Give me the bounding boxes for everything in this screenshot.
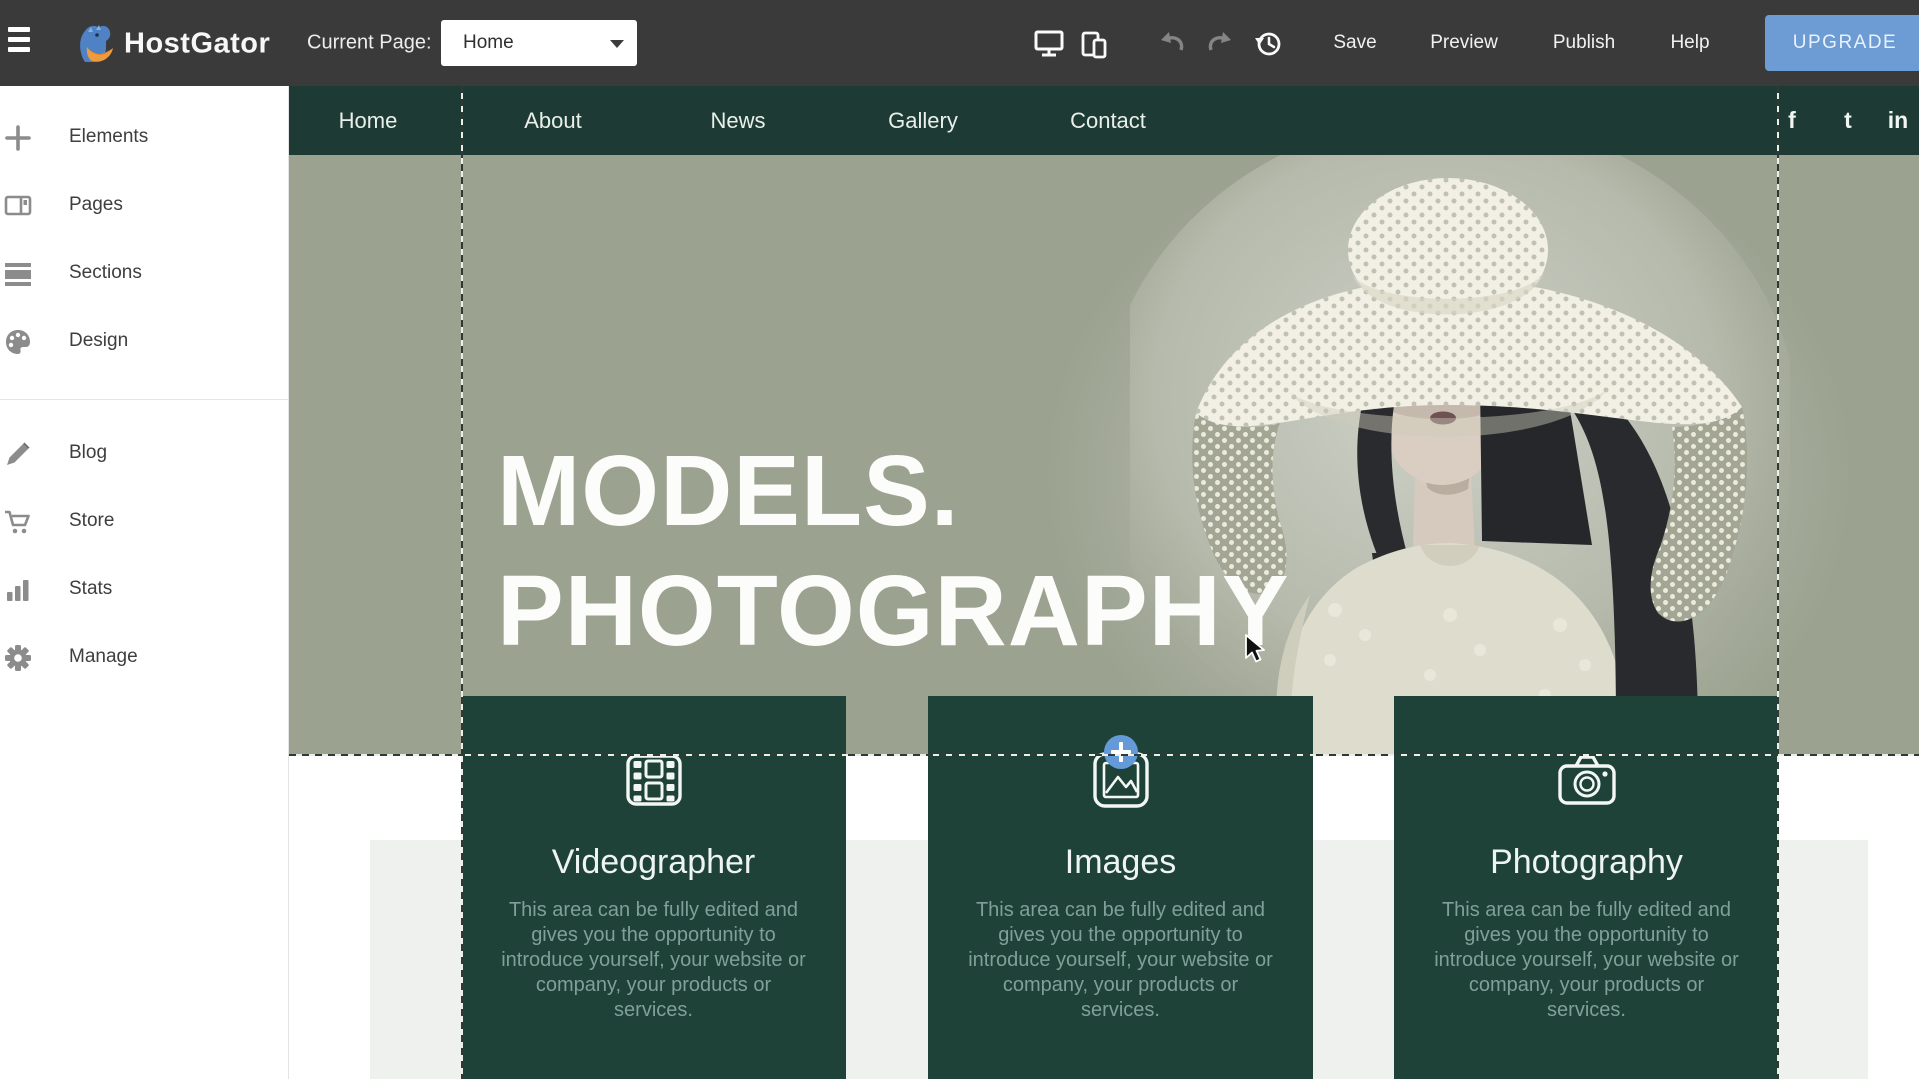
site-nav-contact[interactable]: Contact bbox=[1070, 86, 1146, 155]
palette-icon bbox=[4, 328, 32, 356]
site-nav-bar[interactable]: Home About News Gallery Contact f t in bbox=[289, 86, 1919, 155]
sidebar-item-label: Design bbox=[69, 321, 128, 361]
site-nav-home[interactable]: Home bbox=[339, 86, 398, 155]
card-body-text[interactable]: This area can be fully edited and gives … bbox=[500, 898, 807, 1023]
site-nav-gallery[interactable]: Gallery bbox=[888, 86, 958, 155]
sidebar-item-label: Pages bbox=[69, 185, 123, 225]
undo-icon[interactable] bbox=[1160, 32, 1186, 59]
sidebar-item-label: Elements bbox=[69, 117, 148, 157]
linkedin-icon[interactable]: in bbox=[1888, 86, 1908, 155]
sidebar-item-label: Sections bbox=[69, 253, 142, 293]
hero-title[interactable]: MODELS. PHOTOGRAPHY bbox=[497, 431, 1290, 671]
plus-icon bbox=[4, 124, 32, 152]
sidebar-item-manage[interactable]: Manage bbox=[0, 637, 288, 677]
hero-title-line1: MODELS. bbox=[497, 431, 1290, 551]
page-select-value: Home bbox=[463, 32, 514, 54]
facebook-icon[interactable]: f bbox=[1788, 86, 1796, 155]
sidebar-item-store[interactable]: Store bbox=[0, 501, 288, 541]
section-outline-right bbox=[1777, 86, 1779, 1079]
card-title[interactable]: Photography bbox=[1394, 843, 1779, 882]
page-select-dropdown[interactable]: Home bbox=[441, 20, 637, 66]
card-title[interactable]: Videographer bbox=[461, 843, 846, 882]
pages-icon bbox=[4, 192, 32, 220]
current-page-label: Current Page: bbox=[307, 32, 432, 55]
hostgator-logo[interactable]: HostGator bbox=[76, 22, 286, 66]
camera-icon[interactable] bbox=[1556, 749, 1618, 811]
publish-button[interactable]: Publish bbox=[1553, 32, 1615, 54]
cart-icon bbox=[4, 508, 32, 536]
hamburger-menu-icon[interactable] bbox=[8, 27, 38, 59]
twitter-icon[interactable]: t bbox=[1844, 86, 1852, 155]
film-icon[interactable] bbox=[623, 749, 685, 811]
mobile-view-icon[interactable] bbox=[1080, 31, 1110, 64]
sidebar-item-stats[interactable]: Stats bbox=[0, 569, 288, 609]
sidebar-item-label: Store bbox=[69, 501, 114, 541]
sidebar-item-sections[interactable]: Sections bbox=[0, 253, 288, 293]
bar-chart-icon bbox=[4, 576, 32, 604]
pencil-icon bbox=[4, 440, 32, 468]
sidebar-item-pages[interactable]: Pages bbox=[0, 185, 288, 225]
desktop-view-icon[interactable] bbox=[1033, 29, 1065, 62]
brand-name: HostGator bbox=[124, 28, 270, 61]
sidebar-item-elements[interactable]: Elements bbox=[0, 117, 288, 157]
sidebar-item-design[interactable]: Design bbox=[0, 321, 288, 361]
builder-sidebar: Elements Pages Sections Design bbox=[0, 86, 289, 1079]
editor-toolbar: HostGator Current Page: Home bbox=[0, 0, 1919, 86]
sections-icon bbox=[4, 260, 32, 288]
chevron-down-icon bbox=[610, 40, 624, 48]
preview-button[interactable]: Preview bbox=[1430, 32, 1498, 54]
upgrade-button[interactable]: UPGRADE bbox=[1765, 15, 1919, 71]
redo-icon[interactable] bbox=[1206, 32, 1232, 59]
section-outline-bottom bbox=[289, 754, 1919, 756]
hero-title-line2: PHOTOGRAPHY bbox=[497, 551, 1290, 671]
help-button[interactable]: Help bbox=[1670, 32, 1709, 54]
card-body-text[interactable]: This area can be fully edited and gives … bbox=[967, 898, 1274, 1023]
card-title[interactable]: Images bbox=[928, 843, 1313, 882]
image-icon[interactable] bbox=[1090, 749, 1152, 811]
gear-icon bbox=[4, 644, 32, 672]
sidebar-item-label: Manage bbox=[69, 637, 138, 677]
site-nav-about[interactable]: About bbox=[524, 86, 582, 155]
site-preview-canvas: Home About News Gallery Contact f t in bbox=[289, 86, 1919, 1079]
history-icon[interactable] bbox=[1255, 29, 1283, 62]
sidebar-item-blog[interactable]: Blog bbox=[0, 433, 288, 473]
add-image-badge[interactable] bbox=[1104, 735, 1138, 769]
sidebar-item-label: Blog bbox=[69, 433, 107, 473]
save-button[interactable]: Save bbox=[1333, 32, 1376, 54]
card-body-text[interactable]: This area can be fully edited and gives … bbox=[1433, 898, 1740, 1023]
hostgator-gator-icon bbox=[76, 53, 116, 70]
hero-section[interactable]: MODELS. PHOTOGRAPHY bbox=[289, 155, 1919, 755]
sidebar-divider bbox=[0, 399, 289, 400]
site-nav-news[interactable]: News bbox=[710, 86, 765, 155]
sidebar-item-label: Stats bbox=[69, 569, 112, 609]
section-outline-left bbox=[461, 86, 463, 1079]
